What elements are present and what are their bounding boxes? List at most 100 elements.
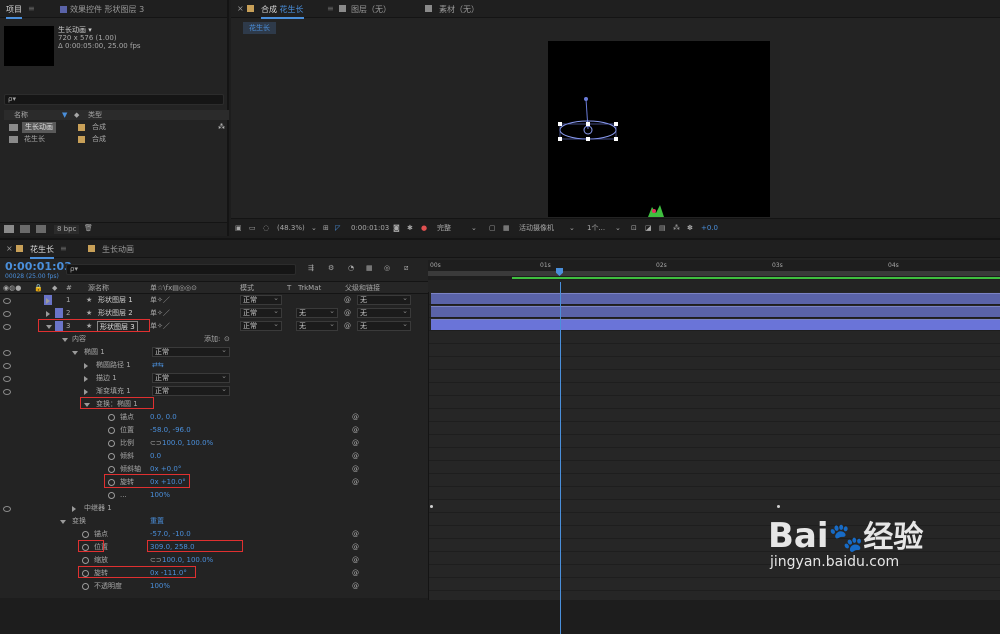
switches-icon[interactable]: 单✧／ — [150, 294, 170, 307]
add-icon[interactable]: ⊙ — [224, 333, 230, 346]
resolution-dropdown[interactable]: 完整 — [437, 219, 451, 237]
expand-arrow-icon[interactable] — [46, 311, 50, 317]
project-item[interactable]: 生长动画 合成 ⁂ — [4, 122, 229, 133]
mode-dropdown[interactable]: 正常 — [240, 320, 282, 331]
property-value[interactable]: -58.0, -96.0 — [150, 424, 191, 437]
pickwhip-icon[interactable]: @ — [352, 554, 359, 567]
current-time-display[interactable]: 0:00:01:03 — [351, 219, 389, 237]
current-time-indicator[interactable] — [560, 282, 561, 634]
trkmat-dropdown[interactable]: 无 — [296, 307, 338, 318]
eye-icon[interactable] — [3, 350, 11, 356]
exposure-value[interactable]: +0.0 — [701, 219, 718, 237]
show-snapshot-icon[interactable]: ✱ — [407, 219, 413, 237]
pickwhip-icon[interactable]: @ — [352, 450, 359, 463]
views-dropdown[interactable]: 1个... — [587, 219, 605, 237]
pickwhip-icon[interactable]: @ — [352, 476, 359, 489]
property-value[interactable]: 100% — [150, 580, 170, 593]
frame-blending-icon[interactable]: ▦ — [366, 264, 373, 272]
motion-blur-icon[interactable]: ◎ — [384, 264, 390, 272]
project-item[interactable]: 花生长 合成 — [4, 134, 229, 145]
transparency-grid-icon[interactable]: ▦ — [503, 219, 510, 237]
tab-effect-controls[interactable]: 效果控件 形状图层 3 — [60, 4, 144, 15]
comp-flow-tab[interactable]: 花生长 — [243, 22, 276, 34]
stopwatch-icon[interactable] — [108, 453, 115, 460]
group-row[interactable]: 变换 重置 — [0, 515, 428, 528]
chevron-down-icon[interactable]: ⌄ — [471, 219, 477, 237]
parent-dropdown[interactable]: 无 — [357, 320, 411, 331]
eye-icon[interactable] — [3, 363, 11, 369]
property-row[interactable]: 缩放 ⊂⊃ 100.0, 100.0% @ — [0, 554, 428, 567]
collapse-arrow-icon[interactable] — [60, 520, 66, 524]
pickwhip-icon[interactable]: @ — [352, 463, 359, 476]
blend-mode-dropdown[interactable]: 正常 — [152, 346, 230, 357]
col-name[interactable]: 名称 — [14, 110, 28, 120]
path-direction-icon[interactable]: ⇄⇆ — [152, 359, 164, 372]
chevron-down-icon[interactable]: ⌄ — [311, 219, 317, 237]
shy-icon[interactable]: ◔ — [348, 264, 354, 272]
pickwhip-icon[interactable]: @ — [344, 307, 351, 320]
new-comp-icon[interactable] — [36, 225, 46, 233]
work-area-bar[interactable] — [428, 271, 1000, 276]
stopwatch-icon[interactable] — [82, 583, 89, 590]
group-row[interactable]: 描边 1 正常 — [0, 372, 428, 385]
always-preview-icon[interactable]: ▣ — [235, 219, 242, 237]
property-row[interactable]: 旋转 0x +10.0° @ — [0, 476, 428, 489]
chevron-down-icon[interactable]: ⌄ — [615, 219, 621, 237]
sort-arrow-icon[interactable]: ▼ — [62, 110, 67, 120]
property-row[interactable]: 锚点 0.0, 0.0 @ — [0, 411, 428, 424]
monitor-icon[interactable]: ▭ — [249, 219, 256, 237]
property-value[interactable]: 0.0 — [150, 450, 161, 463]
roi-icon[interactable]: ▢ — [489, 219, 496, 237]
stopwatch-icon[interactable] — [108, 440, 115, 447]
keyframe[interactable] — [777, 505, 780, 508]
group-row[interactable]: 椭圆路径 1 ⇄⇆ — [0, 359, 428, 372]
group-row[interactable]: 变换：椭圆 1 — [0, 398, 428, 411]
pickwhip-icon[interactable]: @ — [344, 294, 351, 307]
mode-dropdown[interactable]: 正常 — [240, 307, 282, 318]
label-swatch[interactable] — [78, 136, 85, 143]
mode-dropdown[interactable]: 正常 — [240, 294, 282, 305]
pickwhip-icon[interactable]: @ — [352, 580, 359, 593]
expand-arrow-icon[interactable] — [72, 506, 76, 512]
panel-menu-icon[interactable]: ≡ — [327, 4, 334, 13]
new-folder-icon[interactable] — [20, 225, 30, 233]
tab-project[interactable]: 项目 — [6, 4, 22, 19]
parent-dropdown[interactable]: 无 — [357, 307, 411, 318]
label-swatch[interactable] — [55, 308, 63, 318]
zoom-value[interactable]: (48.3%) — [277, 219, 305, 237]
pickwhip-icon[interactable]: @ — [352, 437, 359, 450]
property-value[interactable]: 100.0, 100.0% — [162, 437, 213, 450]
property-row[interactable]: 位置 -58.0, -96.0 @ — [0, 424, 428, 437]
interpret-footage-icon[interactable] — [4, 225, 14, 233]
constrain-proportions-icon[interactable]: ⊂⊃ — [150, 437, 162, 450]
pickwhip-icon[interactable]: @ — [352, 411, 359, 424]
property-row[interactable]: 比例 ⊂⊃ 100.0, 100.0% @ — [0, 437, 428, 450]
stopwatch-icon[interactable] — [108, 427, 115, 434]
bpc-button[interactable]: 8 bpc — [54, 225, 80, 234]
fast-preview-icon[interactable]: ◪ — [645, 219, 652, 237]
tab-footage[interactable] — [425, 4, 435, 13]
timeline-search-input[interactable]: ρ▾ — [66, 264, 296, 275]
trkmat-dropdown[interactable]: 无 — [296, 320, 338, 331]
group-row[interactable]: 中继器 1 — [0, 502, 428, 515]
layer-row[interactable]: 1 ★ 形状图层 1 单✧／ 正常 @ 无 — [0, 294, 428, 307]
stopwatch-icon[interactable] — [82, 531, 89, 538]
timeline-icon[interactable]: ▤ — [659, 219, 666, 237]
property-row[interactable]: 倾斜轴 0x +0.0° @ — [0, 463, 428, 476]
eye-icon[interactable] — [3, 376, 11, 382]
label-tag-icon[interactable]: ◆ — [74, 110, 79, 120]
layer-name[interactable]: 形状图层 1 — [98, 294, 133, 307]
eye-icon[interactable] — [3, 506, 11, 512]
group-row[interactable]: 渐变填充 1 正常 — [0, 385, 428, 398]
pickwhip-icon[interactable]: @ — [352, 541, 359, 554]
tab-composition[interactable]: 合成 花生长 — [261, 4, 304, 19]
tab-footage-label[interactable]: 素材（无） — [439, 4, 479, 15]
property-row[interactable]: ... 100% — [0, 489, 428, 502]
property-value[interactable]: 100% — [150, 489, 170, 502]
reset-link[interactable]: 重置 — [150, 515, 164, 528]
property-row[interactable]: 倾斜 0.0 @ — [0, 450, 428, 463]
chevron-down-icon[interactable]: ⌄ — [569, 219, 575, 237]
lock-icon[interactable] — [247, 4, 257, 13]
eye-icon[interactable] — [3, 324, 11, 330]
draft-3d-icon[interactable]: ⚙ — [328, 264, 334, 272]
